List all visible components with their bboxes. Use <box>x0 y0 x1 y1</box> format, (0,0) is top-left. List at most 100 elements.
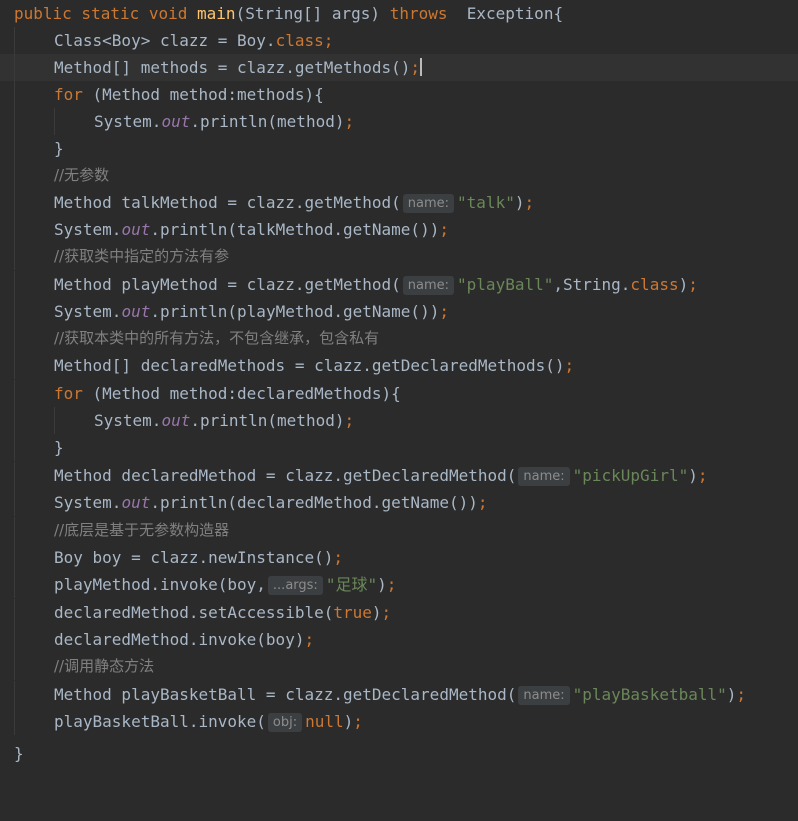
code-text: System.out.println(playMethod.getName())… <box>54 298 449 325</box>
semicolon: ; <box>410 58 421 77</box>
indent-guide <box>14 243 15 270</box>
code-line-27[interactable]: playBasketBall.invoke(obj: null); <box>0 708 798 735</box>
keyword: class <box>630 275 679 294</box>
code-token: ) <box>343 712 354 731</box>
code-line-23[interactable]: declaredMethod.setAccessible(true); <box>0 599 798 626</box>
code-token: Method declaredMethod = clazz.getDeclare… <box>54 466 517 485</box>
code-text: Method talkMethod = clazz.getMethod(name… <box>54 189 534 216</box>
indent-guide <box>54 407 55 434</box>
text-caret <box>420 58 423 76</box>
code-token: ) <box>377 575 387 594</box>
code-line-13[interactable]: //获取本类中的所有方法，不包含继承，包含私有 <box>0 325 798 352</box>
semicolon: ; <box>381 603 392 622</box>
string-literal: "pickUpGirl" <box>572 466 689 485</box>
code-text: Boy boy = clazz.newInstance(); <box>54 544 343 571</box>
code-token: .println(talkMethod.getName()) <box>150 220 440 239</box>
code-line-18[interactable]: Method declaredMethod = clazz.getDeclare… <box>0 462 798 489</box>
code-line-11[interactable]: Method playMethod = clazz.getMethod(name… <box>0 271 798 298</box>
code-text: for (Method method:methods){ <box>54 81 324 108</box>
indent-guide <box>14 216 15 243</box>
parameter-hint: name: <box>402 194 455 213</box>
parameter-hint: obj: <box>267 713 303 732</box>
code-text: System.out.println(method); <box>94 108 354 135</box>
code-text: Method[] declaredMethods = clazz.getDecl… <box>54 352 574 379</box>
semicolon: ; <box>439 220 449 239</box>
code-line-2[interactable]: Class<Boy> clazz = Boy.class; <box>0 27 798 54</box>
code-line-9[interactable]: System.out.println(talkMethod.getName())… <box>0 216 798 243</box>
indent-guide <box>14 135 15 162</box>
code-text: } <box>14 740 24 767</box>
code-line-3-current[interactable]: Method[] methods = clazz.getMethods(); <box>0 54 798 81</box>
indent-guide <box>14 298 15 325</box>
code-comment: //调用静态方法 <box>54 657 155 675</box>
code-line-22[interactable]: playMethod.invoke(boy, ...args: "足球"); <box>0 571 798 598</box>
code-token: playMethod.invoke(boy, <box>54 575 266 594</box>
code-line-17[interactable]: } <box>0 434 798 461</box>
code-line-20[interactable]: //底层是基于无参数构造器 <box>0 517 798 544</box>
code-line-26[interactable]: Method playBasketBall = clazz.getDeclare… <box>0 681 798 708</box>
code-comment: //无参数 <box>54 166 110 184</box>
code-line-8[interactable]: Method talkMethod = clazz.getMethod(name… <box>0 189 798 216</box>
parameter-hint: name: <box>402 276 455 295</box>
code-token: .println(playMethod.getName()) <box>150 302 440 321</box>
code-token: System. <box>94 411 162 430</box>
code-token: .println(declaredMethod.getName()) <box>150 493 478 512</box>
code-token: Method talkMethod = clazz.getMethod( <box>54 193 401 212</box>
indent-guide <box>14 162 15 189</box>
code-token: ) <box>726 685 737 704</box>
code-line-25[interactable]: //调用静态方法 <box>0 653 798 680</box>
code-token: .println(method) <box>190 112 345 131</box>
indent-guide <box>14 434 15 461</box>
keyword: for <box>54 85 83 104</box>
code-line-1[interactable]: public static void main(String[] args) t… <box>0 0 798 27</box>
indent-guide <box>14 27 15 54</box>
method-name: main <box>197 4 236 23</box>
code-editor[interactable]: public static void main(String[] args) t… <box>0 0 798 774</box>
code-token: System. <box>54 302 122 321</box>
code-line-7[interactable]: //无参数 <box>0 162 798 189</box>
semicolon: ; <box>564 356 575 375</box>
indent-guide <box>14 517 15 544</box>
code-token: } <box>54 139 64 158</box>
code-token: declaredMethod.invoke(boy) <box>54 630 305 649</box>
code-line-14[interactable]: Method[] declaredMethods = clazz.getDecl… <box>0 352 798 379</box>
code-line-4[interactable]: for (Method method:methods){ <box>0 81 798 108</box>
code-line-19[interactable]: System.out.println(declaredMethod.getNam… <box>0 489 798 516</box>
string-literal: "足球" <box>325 575 378 594</box>
code-text: declaredMethod.setAccessible(true); <box>54 599 391 626</box>
code-token: ,String. <box>553 275 631 294</box>
indent-guide <box>14 271 15 298</box>
code-text: Method playBasketBall = clazz.getDeclare… <box>54 681 746 708</box>
code-line-10[interactable]: //获取类中指定的方法有参 <box>0 243 798 270</box>
code-line-16[interactable]: System.out.println(method); <box>0 407 798 434</box>
code-line-6[interactable]: } <box>0 135 798 162</box>
code-line-5[interactable]: System.out.println(method); <box>0 108 798 135</box>
static-field: out <box>121 302 151 321</box>
indent-guide <box>14 653 15 680</box>
code-line-21[interactable]: Boy boy = clazz.newInstance(); <box>0 544 798 571</box>
code-text: } <box>54 434 64 461</box>
indent-guide <box>14 325 15 352</box>
keyword: null <box>305 712 344 731</box>
code-comment: //底层是基于无参数构造器 <box>54 521 230 539</box>
code-text: for (Method method:declaredMethods){ <box>54 380 401 407</box>
indent-guide <box>14 489 15 516</box>
code-text: Method playMethod = clazz.getMethod(name… <box>54 271 698 298</box>
static-field: out <box>161 411 191 430</box>
code-token: System. <box>54 493 122 512</box>
code-token: Class<Boy> clazz = Boy. <box>54 31 276 50</box>
code-token: declaredMethod.setAccessible( <box>54 603 334 622</box>
code-token: Exception{ <box>447 4 564 23</box>
code-text: Method[] methods = clazz.getMethods(); <box>54 54 423 81</box>
code-token: ) <box>371 603 382 622</box>
code-text: declaredMethod.invoke(boy); <box>54 626 314 653</box>
code-line-24[interactable]: declaredMethod.invoke(boy); <box>0 626 798 653</box>
code-token: System. <box>54 220 122 239</box>
code-line-15[interactable]: for (Method method:declaredMethods){ <box>0 380 798 407</box>
code-token: (String[] args) <box>235 4 390 23</box>
code-line-12[interactable]: System.out.println(playMethod.getName())… <box>0 298 798 325</box>
code-token: System. <box>94 112 162 131</box>
code-text: Class<Boy> clazz = Boy.class; <box>54 27 333 54</box>
code-line-28[interactable]: } <box>0 740 798 767</box>
indent-guide <box>14 708 15 735</box>
